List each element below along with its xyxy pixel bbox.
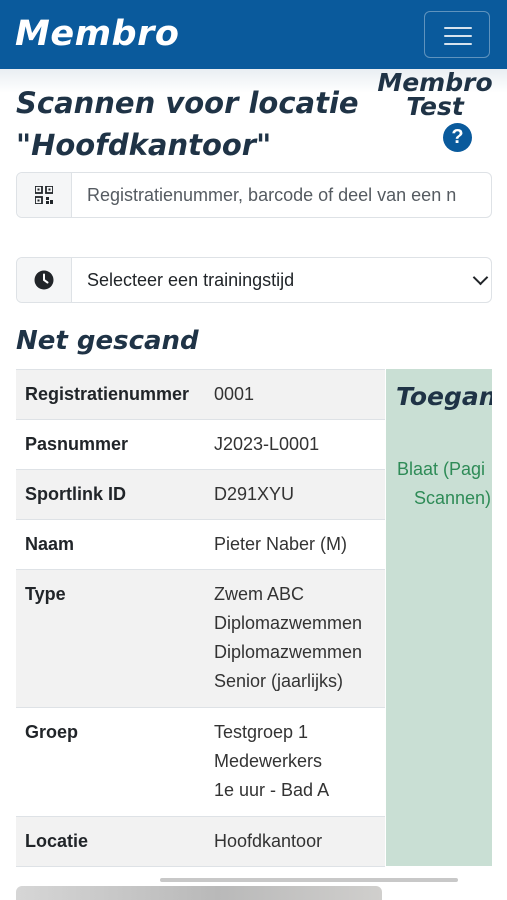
member-info-table: Registratienummer 0001 Pasnummer J2023-L… (16, 369, 385, 867)
training-select[interactable]: Selecteer een trainingstijd (87, 270, 479, 292)
training-select-group: Selecteer een trainingstijd (16, 257, 492, 303)
member-photo (16, 886, 382, 900)
table-row: Pasnummer J2023-L0001 (16, 420, 385, 470)
training-addon (17, 258, 72, 302)
row-value-line: D291XYU (214, 484, 295, 504)
row-value-line: Senior (jaarlijks) (214, 671, 344, 691)
row-label: Registratienummer (25, 384, 190, 404)
table-row: Sportlink ID D291XYU (16, 470, 385, 520)
row-value: D291XYU (214, 480, 294, 509)
horizontal-scrollbar[interactable] (160, 878, 458, 882)
access-text: Blaat (Pagi Scannen) (386, 455, 492, 513)
row-label: Groep (25, 722, 79, 742)
access-text-line: Scannen) (414, 488, 492, 508)
row-value-line: Hoofdkantoor (214, 831, 323, 851)
row-value-line: Diplomazwemmen (214, 642, 363, 662)
access-text-line: Blaat (Pagi (397, 459, 486, 479)
table-row: Type Zwem ABC Diplomazwemmen Diplomazwem… (16, 570, 385, 708)
access-panel: Toegang Blaat (Pagi Scannen) (386, 369, 492, 866)
scan-addon (17, 173, 72, 217)
row-label: Type (25, 584, 66, 604)
brand-logo[interactable]: Membro (15, 14, 179, 54)
help-icon[interactable]: ? (443, 123, 472, 152)
table-row: Groep Testgroep 1 Medewerkers 1e uur - B… (16, 708, 385, 817)
access-title: Toegang (396, 382, 492, 411)
row-value: Pieter Naber (M) (214, 530, 347, 559)
table-row: Locatie Hoofdkantoor (16, 817, 385, 867)
row-value: 0001 (214, 380, 254, 409)
table-row: Naam Pieter Naber (M) (16, 520, 385, 570)
hamburger-icon (444, 27, 472, 29)
page-title-line-1: Scannen voor locatie (16, 86, 359, 120)
logo-line-2: Test (406, 92, 464, 121)
row-value-line: Zwem ABC (214, 584, 305, 604)
navbar: Membro (0, 0, 507, 69)
row-value: Zwem ABC Diplomazwemmen Diplomazwemmen S… (214, 580, 362, 696)
row-value: Hoofdkantoor (214, 827, 322, 856)
row-label: Naam (25, 534, 75, 554)
clock-icon (34, 270, 54, 290)
row-value: Testgroep 1 Medewerkers 1e uur - Bad A (214, 718, 329, 805)
row-value-line: Testgroep 1 (214, 722, 309, 742)
membro-test-logo: Membro Test (373, 70, 497, 121)
recent-scan-title: Net gescand (16, 326, 199, 356)
table-row: Registratienummer 0001 (16, 370, 385, 420)
scan-input[interactable]: Registratienummer, barcode of deel van e… (87, 185, 479, 207)
row-label: Pasnummer (25, 434, 129, 454)
page-title: Scannen voor locatie "Hoofdkantoor" (16, 82, 366, 166)
row-value-line: J2023-L0001 (214, 434, 320, 454)
row-value: J2023-L0001 (214, 430, 319, 459)
qr-code-icon (35, 186, 53, 204)
row-value-line: Medewerkers (214, 751, 323, 771)
hamburger-icon-bar (444, 35, 472, 37)
hamburger-icon-bar (444, 43, 472, 45)
row-value-line: Pieter Naber (M) (214, 534, 348, 554)
row-value-line: 0001 (214, 384, 255, 404)
menu-toggle-button[interactable] (424, 11, 490, 58)
page-title-line-2: "Hoofdkantoor" (16, 128, 272, 162)
row-value-line: Diplomazwemmen (214, 613, 363, 633)
row-label: Locatie (25, 831, 89, 851)
row-value-line: 1e uur - Bad A (214, 780, 330, 800)
row-label: Sportlink ID (25, 484, 127, 504)
scan-input-group: Registratienummer, barcode of deel van e… (16, 172, 492, 218)
